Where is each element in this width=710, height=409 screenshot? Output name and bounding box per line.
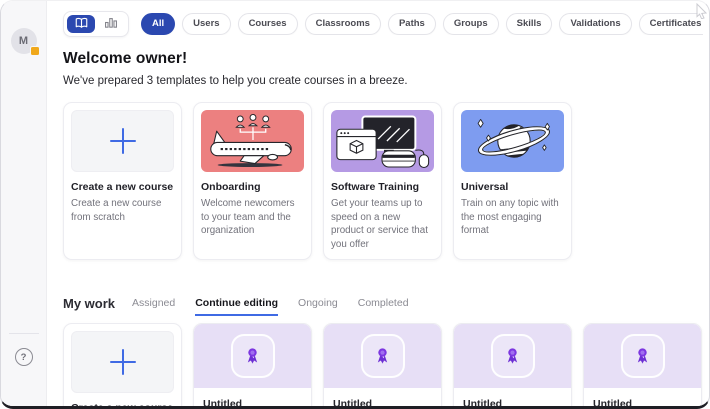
create-course-template-card[interactable]: Create a new course Create a new course … bbox=[63, 102, 182, 260]
draft-course-card[interactable]: Untitled Updated yesterday bbox=[193, 322, 312, 406]
filter-pills: All Users Courses Classrooms Paths Group… bbox=[141, 13, 703, 35]
topbar: All Users Courses Classrooms Paths Group… bbox=[63, 11, 703, 37]
bar-chart-icon bbox=[104, 16, 118, 32]
template-card-universal[interactable]: Universal Train on any topic with the mo… bbox=[453, 102, 572, 260]
card-title: Create a new course bbox=[71, 181, 174, 193]
tab-completed[interactable]: Completed bbox=[358, 297, 409, 316]
card-title: Universal bbox=[461, 181, 509, 193]
draft-card-body: Untitled Updated 9 days ago bbox=[454, 388, 571, 406]
my-work-cards: Create a new course Create a new course … bbox=[63, 322, 703, 406]
chart-view-button[interactable] bbox=[97, 15, 125, 33]
app-window: M ? All Users Courses Classrooms Paths G… bbox=[0, 0, 710, 409]
filter-pill-users[interactable]: Users bbox=[182, 13, 231, 35]
card-description: Welcome newcomers to your team and the o… bbox=[201, 198, 295, 237]
filter-pill-all[interactable]: All bbox=[141, 13, 176, 35]
avatar[interactable]: M bbox=[10, 28, 40, 56]
card-title: Create a new course bbox=[71, 402, 174, 406]
draft-card-body: Untitled Updated yesterday bbox=[194, 388, 311, 406]
planet-illustration bbox=[461, 110, 564, 172]
help-icon[interactable]: ? bbox=[14, 348, 33, 366]
draft-title: Untitled bbox=[203, 397, 243, 406]
draft-thumbnail bbox=[584, 323, 701, 388]
welcome-subtitle: We've prepared 3 templates to help you c… bbox=[63, 75, 408, 87]
draft-course-card[interactable]: Untitled Updated 9 days ago bbox=[453, 322, 572, 406]
filter-pill-validations[interactable]: Validations bbox=[559, 13, 632, 35]
filter-pill-certificates[interactable]: Certificates bbox=[638, 13, 703, 35]
create-course-work-card[interactable]: Create a new course Create a new course … bbox=[63, 322, 182, 406]
avatar-initial: M bbox=[18, 35, 29, 47]
my-work-tabs: Assigned Continue editing Ongoing Comple… bbox=[132, 297, 409, 317]
plus-icon bbox=[71, 330, 174, 393]
card-title: Onboarding bbox=[201, 181, 261, 193]
card-title: Software Training bbox=[331, 181, 420, 193]
draft-title: Untitled bbox=[463, 397, 503, 406]
avatar-status-badge bbox=[29, 46, 40, 56]
draft-thumbnail bbox=[194, 323, 311, 388]
template-cards: Create a new course Create a new course … bbox=[63, 102, 703, 260]
plus-icon bbox=[71, 110, 174, 172]
award-ribbon-icon bbox=[360, 333, 405, 378]
computer-illustration bbox=[331, 110, 434, 172]
my-work-header: My work Assigned Continue editing Ongoin… bbox=[63, 295, 703, 317]
card-description: Get your teams up to speed on a new prod… bbox=[331, 198, 428, 251]
airplane-illustration bbox=[201, 110, 304, 172]
award-ribbon-icon bbox=[490, 333, 535, 378]
tab-assigned[interactable]: Assigned bbox=[132, 297, 175, 316]
filter-pill-groups[interactable]: Groups bbox=[442, 13, 499, 35]
draft-title: Untitled bbox=[333, 397, 373, 406]
filter-pill-skills[interactable]: Skills bbox=[505, 13, 553, 35]
template-card-software-training[interactable]: Software Training Get your teams up to s… bbox=[323, 102, 442, 260]
draft-thumbnail bbox=[324, 323, 441, 388]
draft-course-card[interactable]: Untitled Updated 9 days ago bbox=[323, 322, 442, 406]
award-ribbon-icon bbox=[230, 333, 275, 378]
draft-title: Untitled bbox=[593, 397, 633, 406]
filter-pill-paths[interactable]: Paths bbox=[387, 13, 436, 35]
view-toggle bbox=[63, 11, 129, 37]
tab-ongoing[interactable]: Ongoing bbox=[298, 297, 338, 316]
sidebar: M ? bbox=[1, 1, 47, 406]
sidebar-bottom: ? bbox=[1, 333, 46, 366]
my-work-title: My work bbox=[63, 295, 116, 311]
award-ribbon-icon bbox=[620, 333, 665, 378]
card-description: Create a new course from scratch bbox=[71, 198, 162, 223]
draft-thumbnail bbox=[454, 323, 571, 388]
draft-card-body: Untitled Updated 9 days ago bbox=[584, 388, 701, 406]
book-icon bbox=[74, 17, 89, 32]
card-description: Train on any topic with the most engagin… bbox=[461, 198, 559, 237]
tab-continue-editing[interactable]: Continue editing bbox=[195, 297, 279, 317]
welcome-title: Welcome owner! bbox=[63, 50, 188, 67]
draft-card-body: Untitled Updated 9 days ago bbox=[324, 388, 441, 406]
template-card-onboarding[interactable]: Onboarding Welcome newcomers to your tea… bbox=[193, 102, 312, 260]
main-content: All Users Courses Classrooms Paths Group… bbox=[47, 1, 709, 406]
filter-pill-courses[interactable]: Courses bbox=[237, 13, 298, 35]
sidebar-divider bbox=[8, 333, 39, 334]
book-view-button[interactable] bbox=[67, 15, 95, 33]
draft-course-card[interactable]: Untitled Updated 9 days ago bbox=[583, 322, 702, 406]
filter-pill-classrooms[interactable]: Classrooms bbox=[304, 13, 381, 35]
